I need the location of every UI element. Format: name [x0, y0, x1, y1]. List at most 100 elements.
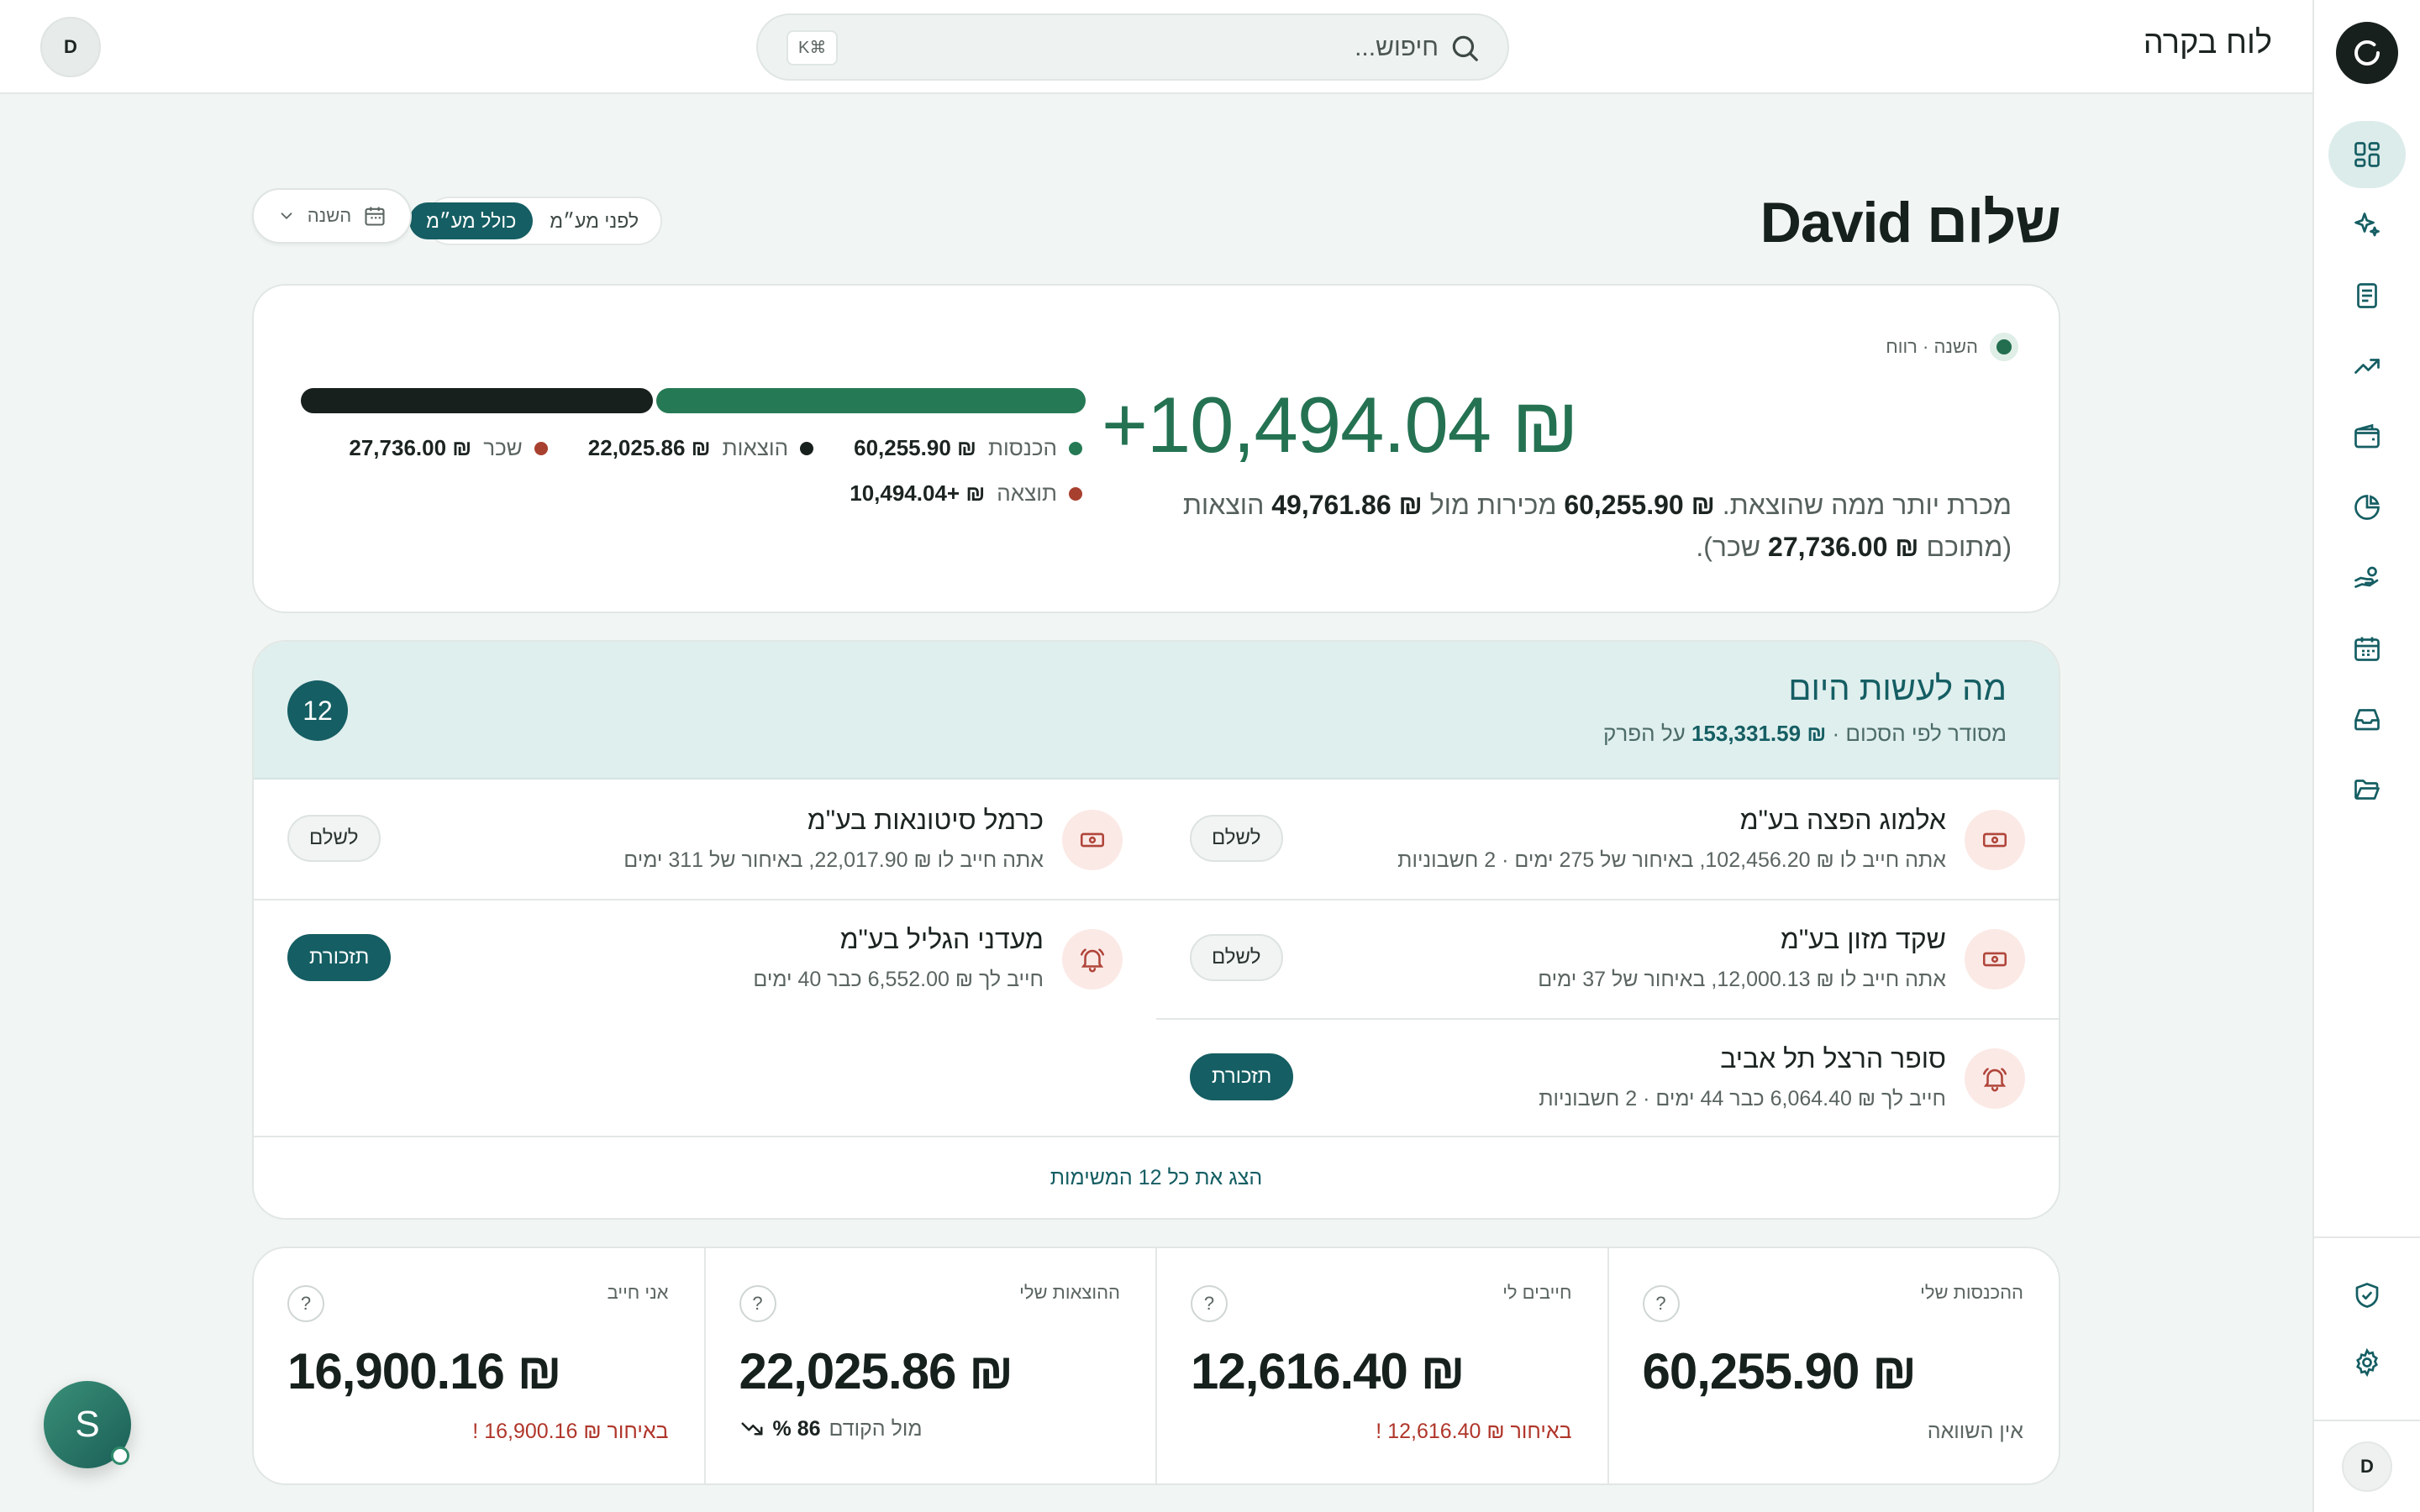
assistant-initial: S — [75, 1404, 100, 1445]
sidebar-item-wallet[interactable] — [2328, 403, 2406, 470]
task-item[interactable]: מעדני הגליל בע"מ חייב לך ₪ 6,552.00 כבר … — [254, 900, 1156, 1018]
task-item[interactable]: אלמוג הפצה בע"מ אתה חייב לו ₪ 102,456.20… — [1156, 781, 2059, 899]
help-icon[interactable]: ? — [1191, 1285, 1228, 1322]
legend-label: הוצאות — [722, 435, 789, 460]
calendar-icon — [2354, 637, 2380, 661]
legend-dot — [1069, 486, 1082, 501]
stat-note: באיחור ₪ 12,616.40 ! — [1376, 1420, 1572, 1443]
shortcut-hint: K⌘ — [786, 30, 839, 66]
desc-text: מכירות מול — [1422, 490, 1565, 520]
pay-button[interactable]: לשלם — [1190, 815, 1283, 862]
tasks-subtitle-text: מסודר לפי הסכום · — [1826, 721, 2007, 746]
money-icon — [1062, 810, 1123, 870]
tasks-card: מה לעשות היום מסודר לפי הסכום · ₪ 153,33… — [252, 640, 2060, 1220]
legend-row: הכנסות ₪ 60,255.90 הוצאות ₪ 22,025.86 שכ… — [349, 435, 1082, 461]
stat-value: 60,255.90 ₪ — [1642, 1343, 1918, 1399]
divider — [254, 899, 2059, 900]
avatar[interactable]: D — [40, 17, 101, 77]
tasks-count-badge: 12 — [287, 680, 348, 741]
task-item[interactable]: שקד מזון בע"מ אתה חייב לו ₪ 12,000.13, ב… — [1156, 900, 2059, 1018]
pay-button[interactable]: לשלם — [287, 815, 381, 862]
legend-label: תוצאה — [997, 480, 1057, 506]
search-icon — [1452, 35, 1478, 61]
page-title: לוח בקרה — [2143, 25, 2272, 60]
legend-value: ₪ 60,255.90 — [854, 435, 976, 460]
stat-note: באיחור ₪ 16,900.16 ! — [472, 1420, 669, 1443]
stat-value: 12,616.40 ₪ — [1191, 1343, 1465, 1399]
stats-card: ההכנסות שלי ? 60,255.90 ₪ אין השוואה חיי… — [252, 1247, 2060, 1485]
help-icon[interactable]: ? — [739, 1285, 776, 1322]
hand-coins-icon — [2354, 566, 2379, 588]
sidebar-item-insights[interactable] — [2328, 192, 2406, 259]
legend-value: ₪ 27,736.00 — [349, 435, 472, 460]
show-all-tasks-link[interactable]: הצג את כל 12 המשימות — [254, 1136, 2059, 1218]
task-item[interactable]: כרמל סיטונאות בע"מ אתה חייב לו ₪ 22,017.… — [254, 781, 1156, 899]
task-name: סופר הרצל תל אביב — [1720, 1043, 1946, 1074]
salary-amount: ₪ 27,736.00 — [1768, 532, 1919, 562]
legend-label: שכר — [483, 435, 523, 460]
sparkles-icon — [2354, 213, 2380, 237]
search-input[interactable]: חיפוש... K⌘ — [756, 13, 1509, 81]
vat-option-before[interactable]: לפני מע״מ — [533, 202, 655, 239]
stat-title: ההוצאות שלי — [1019, 1282, 1120, 1303]
task-name: אלמוג הפצה בע"מ — [1739, 805, 1946, 835]
desc-text: שכר). — [1696, 532, 1769, 562]
profit-card: השנה · רווח +10,494.04 ₪ מכרת יותר ממה ש… — [252, 284, 2060, 613]
help-icon[interactable]: ? — [287, 1285, 324, 1322]
bell-icon — [1965, 1048, 2025, 1109]
search-placeholder: חיפוש... — [1355, 34, 1439, 61]
tasks-title: מה לעשות היום — [1788, 670, 2007, 707]
pie-chart-icon — [2354, 495, 2380, 520]
trending-up-icon — [2354, 359, 2380, 374]
help-icon[interactable]: ? — [1642, 1285, 1680, 1322]
tasks-subtitle: מסודר לפי הסכום · ₪ 153,331.59 על הפרק — [1603, 721, 2007, 747]
profit-amount: +10,494.04 ₪ — [1101, 381, 1579, 469]
legend-item-expenses: הוצאות ₪ 22,025.86 — [588, 435, 814, 461]
pay-button[interactable]: לשלם — [1190, 934, 1283, 981]
sidebar-item-security[interactable] — [2328, 1262, 2406, 1329]
sidebar-item-files[interactable] — [2328, 756, 2406, 823]
legend-dot — [534, 441, 548, 455]
sidebar-nav — [2328, 121, 2406, 823]
sidebar-item-trends[interactable] — [2328, 333, 2406, 400]
sidebar-item-payments[interactable] — [2328, 544, 2406, 612]
reminder-button[interactable]: תזכורת — [287, 934, 392, 981]
sidebar-item-calendar[interactable] — [2328, 615, 2406, 682]
trend-value: 86 % — [772, 1416, 821, 1441]
user-avatar[interactable]: D — [2342, 1441, 2392, 1492]
stat-payables: אני חייב ? 16,900.16 ₪ באיחור ₪ 16,900.1… — [254, 1248, 704, 1483]
stat-title: אני חייב — [607, 1282, 669, 1303]
task-item[interactable]: סופר הרצל תל אביב חייב לך ₪ 6,064.40 כבר… — [1156, 1020, 2059, 1137]
sidebar-item-settings[interactable] — [2328, 1329, 2406, 1396]
sidebar-item-documents[interactable] — [2328, 262, 2406, 329]
online-indicator — [111, 1446, 129, 1465]
sidebar-item-reports[interactable] — [2328, 474, 2406, 541]
reminder-button[interactable]: תזכורת — [1190, 1053, 1294, 1100]
legend-row: תוצאה ₪ +10,494.04 — [850, 480, 1082, 507]
period-dropdown[interactable]: השנה — [252, 188, 412, 244]
stat-value: 16,900.16 ₪ — [287, 1343, 562, 1399]
sidebar-item-dashboard[interactable] — [2328, 121, 2406, 188]
assistant-button[interactable]: S — [44, 1381, 131, 1468]
logo-icon[interactable] — [2336, 22, 2398, 84]
task-info: חייב לך ₪ 6,064.40 כבר 44 ימים · 2 חשבונ… — [1539, 1087, 1946, 1110]
chevron-down-icon — [281, 213, 292, 220]
folder-icon — [2354, 780, 2380, 800]
stat-expenses: ההוצאות שלי ? 22,025.86 ₪ מול הקודם 86 % — [703, 1248, 1156, 1483]
stat-receivables: חייבים לי ? 12,616.40 ₪ באיחור ₪ 12,616.… — [1155, 1248, 1607, 1483]
money-icon — [1965, 929, 2025, 990]
vat-toggle[interactable]: לפני מע״מ כולל מע״מ — [409, 197, 662, 245]
legend-dot — [1069, 441, 1082, 455]
legend-item-income: הכנסות ₪ 60,255.90 — [854, 435, 1082, 461]
legend-label: הכנסות — [987, 435, 1057, 460]
task-info: חייב לך ₪ 6,552.00 כבר 40 ימים — [753, 968, 1044, 991]
sidebar-item-inbox[interactable] — [2328, 685, 2406, 753]
stat-value: 22,025.86 ₪ — [739, 1343, 1014, 1399]
legend-dot — [800, 441, 814, 455]
profit-description: מכרת יותר ממה שהוצאת. ₪ 60,255.90 מכירות… — [1138, 484, 2012, 568]
vat-option-including[interactable]: כולל מע״מ — [409, 202, 534, 239]
legend-item-salary: שכר ₪ 27,736.00 — [349, 435, 548, 461]
stat-trend: מול הקודם 86 % — [739, 1416, 923, 1441]
wallet-icon — [2354, 423, 2380, 449]
task-name: כרמל סיטונאות בע"מ — [807, 805, 1044, 835]
